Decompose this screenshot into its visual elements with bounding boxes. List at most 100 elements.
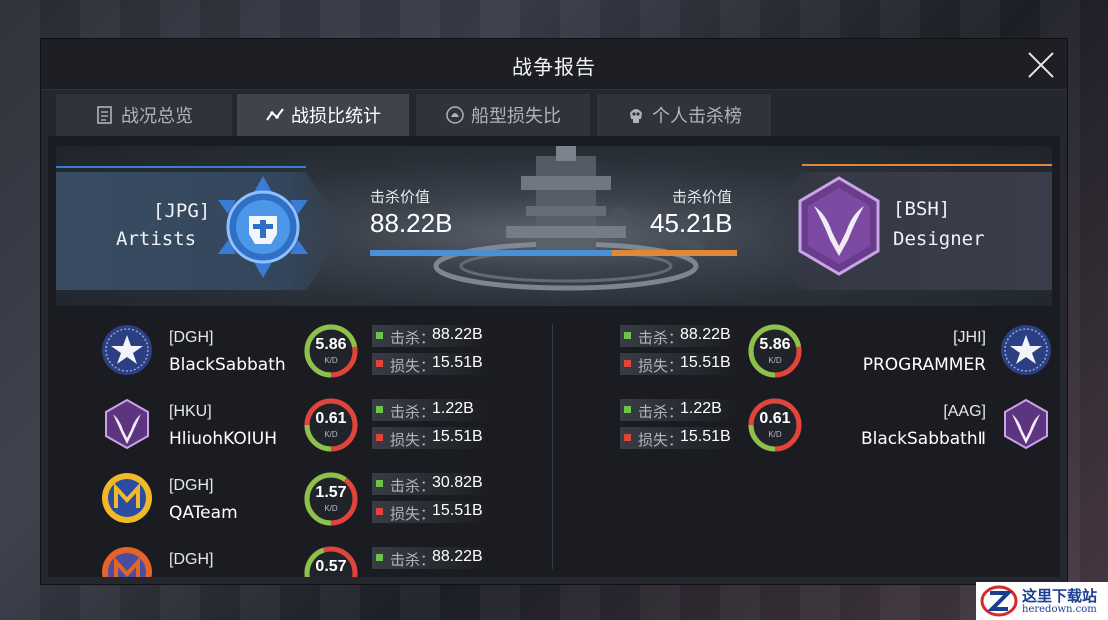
right-team-tag: [BSH] bbox=[893, 198, 951, 220]
gold-m-emblem-icon bbox=[101, 472, 153, 524]
title-bar: 战争报告 bbox=[41, 39, 1067, 90]
kd-label: K/D bbox=[324, 356, 338, 365]
player-row-right[interactable]: 击杀： 88.22B 损失： 15.51B 5.86 K/D [JHI] PROGRAMMER bbox=[562, 324, 1052, 384]
loss-stat: 损失： 15.51B bbox=[372, 501, 490, 523]
player-row-left[interactable]: [HKU] HliuohKOIUH 0.61 K/D 击杀： 1.22B 损失： 15.51B bbox=[56, 398, 546, 458]
summary-banner: [JPG] Artists [BSH] Designer 击杀价值 88.22B… bbox=[56, 146, 1052, 306]
player-tag: [DGH] bbox=[169, 477, 214, 494]
kill-marker-icon bbox=[376, 480, 383, 487]
kd-label: K/D bbox=[324, 504, 338, 513]
player-name: BlackSabbathⅡ bbox=[860, 429, 986, 449]
kill-stat: 击杀： 88.22B bbox=[620, 325, 738, 347]
watermark-line1: 这里下载站 bbox=[1022, 587, 1098, 605]
left-team-tag: [JPG] bbox=[153, 200, 211, 222]
close-icon[interactable] bbox=[1027, 51, 1055, 79]
orange-m-emblem-icon bbox=[101, 546, 153, 577]
star-emblem-icon bbox=[101, 324, 153, 376]
stat-value: 15.51B bbox=[432, 354, 483, 371]
kd-ring: 0.61 K/D bbox=[748, 398, 802, 452]
skull-icon bbox=[630, 109, 642, 123]
kill-stat: 击杀： 88.22B bbox=[372, 547, 490, 569]
stat-label: 损失： bbox=[638, 358, 684, 375]
ship-icon bbox=[446, 106, 464, 124]
loss-stat: 损失： 15.51B bbox=[620, 353, 738, 375]
player-name: PROGRAMMER bbox=[862, 355, 986, 375]
kill-stat: 击杀： 1.22B bbox=[372, 399, 490, 421]
loss-marker-icon bbox=[376, 434, 383, 441]
player-row-left[interactable]: [DGH] 0.57K/D 击杀：88.22B bbox=[56, 546, 546, 577]
kill-stat: 击杀： 88.22B bbox=[372, 325, 490, 347]
right-team-name: Designer bbox=[893, 228, 985, 250]
kill-stat: 击杀： 30.82B bbox=[372, 473, 490, 495]
star-emblem-icon bbox=[1000, 324, 1052, 376]
player-row-right[interactable]: 击杀： 1.22B 损失： 15.51B 0.61 K/D [AAG] BlackSabbat… bbox=[562, 398, 1052, 458]
left-accent-line bbox=[56, 166, 306, 168]
player-name: HliuohKOIUH bbox=[169, 429, 278, 449]
player-list: [DGH] BlackSabbath 5.86 K/D 击杀： 88.22B 损失： 15.5… bbox=[56, 312, 1052, 577]
column-divider bbox=[552, 324, 553, 569]
kd-ring: 0.57K/D bbox=[304, 546, 358, 577]
player-name: QATeam bbox=[169, 503, 238, 523]
watermark-line2: heredown.com bbox=[1022, 604, 1097, 615]
kill-marker-icon bbox=[624, 406, 631, 413]
kd-ring: 5.86 K/D bbox=[748, 324, 802, 378]
stat-value: 15.51B bbox=[432, 502, 483, 519]
tab-ship-loss[interactable]: 船型损失比 bbox=[416, 94, 590, 136]
kill-marker-icon bbox=[624, 332, 631, 339]
report-icon bbox=[97, 106, 112, 124]
stat-label: 损失： bbox=[638, 432, 684, 449]
stat-label: 击杀： bbox=[390, 478, 436, 495]
tab-personal-kills[interactable]: 个人击杀榜 bbox=[597, 94, 771, 136]
right-kill-label: 击杀价值 bbox=[672, 189, 733, 206]
stat-value: 88.22B bbox=[432, 548, 483, 565]
stat-value: 30.82B bbox=[432, 474, 483, 491]
site-watermark: 这里下载站 heredown.com bbox=[976, 582, 1108, 620]
kd-value: 0.61 bbox=[759, 410, 791, 427]
right-team-emblem-icon bbox=[798, 176, 880, 276]
stat-value: 1.22B bbox=[680, 400, 722, 417]
tab-overview[interactable]: 战况总览 bbox=[56, 94, 232, 136]
stat-label: 击杀： bbox=[638, 330, 684, 347]
loss-marker-icon bbox=[376, 360, 383, 367]
right-kill-value: 45.21B bbox=[650, 208, 733, 238]
stat-label: 损失： bbox=[390, 358, 436, 375]
chart-line-icon bbox=[266, 108, 284, 121]
tab-loss-ratio[interactable]: 战损比统计 bbox=[237, 94, 409, 136]
stat-value: 88.22B bbox=[680, 326, 731, 343]
stat-label: 击杀： bbox=[390, 552, 436, 569]
kill-value-ratio-fill bbox=[370, 250, 613, 256]
stat-value: 15.51B bbox=[680, 428, 731, 445]
player-row-left[interactable]: [DGH] QATeam 1.57 K/D 击杀： 30.82B 损失： 15.51B bbox=[56, 472, 546, 532]
player-tag: [DGH] bbox=[169, 551, 214, 568]
window-title: 战争报告 bbox=[512, 57, 596, 79]
left-kill-label: 击杀价值 bbox=[370, 189, 431, 206]
player-tag: [HKU] bbox=[169, 403, 212, 420]
right-accent-line bbox=[802, 164, 1052, 166]
tab-label: 个人击杀榜 bbox=[652, 106, 742, 126]
left-team-name: Artists bbox=[116, 228, 197, 250]
stat-label: 击杀： bbox=[390, 330, 436, 347]
player-tag: [AAG] bbox=[943, 403, 986, 420]
kd-value: 0.61 bbox=[315, 410, 347, 427]
loss-marker-icon bbox=[624, 434, 631, 441]
loss-marker-icon bbox=[624, 360, 631, 367]
player-tag: [DGH] bbox=[169, 329, 214, 346]
kd-label: K/D bbox=[768, 430, 782, 439]
demon-emblem-icon bbox=[1000, 398, 1052, 450]
stat-value: 15.51B bbox=[680, 354, 731, 371]
kd-ring: 5.86 K/D bbox=[304, 324, 358, 378]
loss-stat: 损失： 15.51B bbox=[372, 353, 490, 375]
kd-label: K/D bbox=[324, 430, 338, 439]
stat-value: 1.22B bbox=[432, 400, 474, 417]
stat-value: 88.22B bbox=[432, 326, 483, 343]
stat-label: 损失： bbox=[390, 506, 436, 523]
demon-emblem-icon bbox=[101, 398, 153, 450]
player-row-left[interactable]: [DGH] BlackSabbath 5.86 K/D 击杀： 88.22B 损失： 15.5… bbox=[56, 324, 546, 384]
loss-stat: 损失： 15.51B bbox=[372, 427, 490, 449]
tab-label: 战况总览 bbox=[121, 106, 193, 126]
player-name: BlackSabbath bbox=[169, 355, 286, 375]
kill-marker-icon bbox=[376, 332, 383, 339]
kd-value: 1.57 bbox=[315, 484, 347, 501]
kill-marker-icon bbox=[376, 554, 383, 561]
player-tag: [JHI] bbox=[953, 329, 986, 346]
